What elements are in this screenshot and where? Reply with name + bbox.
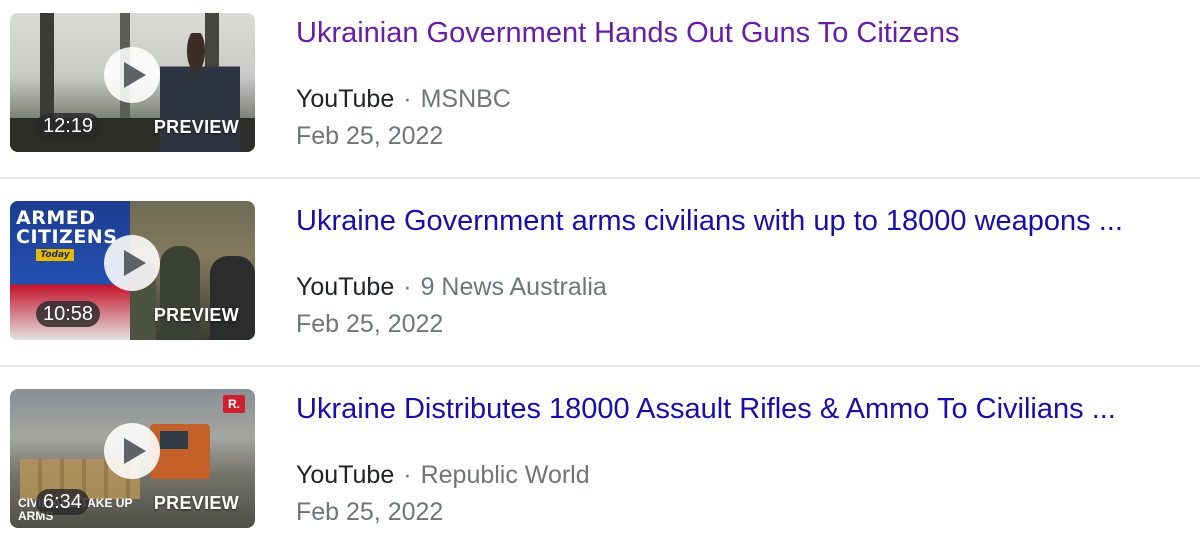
thumbnail-headline: ARMED CITIZENS [16,207,118,248]
play-icon[interactable] [104,235,160,291]
source-site: YouTube [296,461,395,489]
result-source: YouTube · Republic World [296,459,590,491]
video-duration: 12:19 [36,113,101,139]
source-channel: Republic World [420,461,590,489]
video-result: ARMED CITIZENS Today 10:58 PREVIEW Ukrai… [0,188,1200,364]
meta-separator: · [403,85,412,113]
video-duration: 10:58 [36,301,101,327]
result-date: Feb 25, 2022 [296,310,444,338]
play-icon[interactable] [104,47,160,103]
result-date: Feb 25, 2022 [296,498,444,526]
channel-logo: R. [223,395,245,413]
preview-label[interactable]: PREVIEW [154,305,239,326]
result-title-link[interactable]: Ukrainian Government Hands Out Guns To C… [296,16,1200,50]
result-date: Feb 25, 2022 [296,122,444,150]
video-thumbnail[interactable]: R. CIVILIANS TAKE UP ARMS 6:34 PREVIEW [10,389,255,528]
source-channel: 9 News Australia [420,273,607,301]
video-thumbnail[interactable]: 12:19 PREVIEW [10,13,255,152]
meta-separator: · [403,461,412,489]
source-site: YouTube [296,273,395,301]
result-source: YouTube · MSNBC [296,83,511,115]
video-results-list: 12:19 PREVIEW Ukrainian Government Hands… [0,0,1200,540]
result-title-link[interactable]: Ukraine Distributes 18000 Assault Rifles… [296,392,1200,426]
video-result: R. CIVILIANS TAKE UP ARMS 6:34 PREVIEW U… [0,376,1200,540]
video-thumbnail[interactable]: ARMED CITIZENS Today 10:58 PREVIEW [10,201,255,340]
play-icon[interactable] [104,423,160,479]
source-site: YouTube [296,85,395,113]
preview-label[interactable]: PREVIEW [154,493,239,514]
source-channel: MSNBC [420,85,511,113]
result-source: YouTube · 9 News Australia [296,271,607,303]
result-divider [0,365,1200,367]
meta-separator: · [403,273,412,301]
video-duration: 6:34 [36,489,89,515]
result-divider [0,177,1200,179]
result-title-link[interactable]: Ukraine Government arms civilians with u… [296,204,1200,238]
preview-label[interactable]: PREVIEW [154,117,239,138]
thumbnail-tag: Today [36,249,74,261]
video-result: 12:19 PREVIEW Ukrainian Government Hands… [0,0,1200,176]
